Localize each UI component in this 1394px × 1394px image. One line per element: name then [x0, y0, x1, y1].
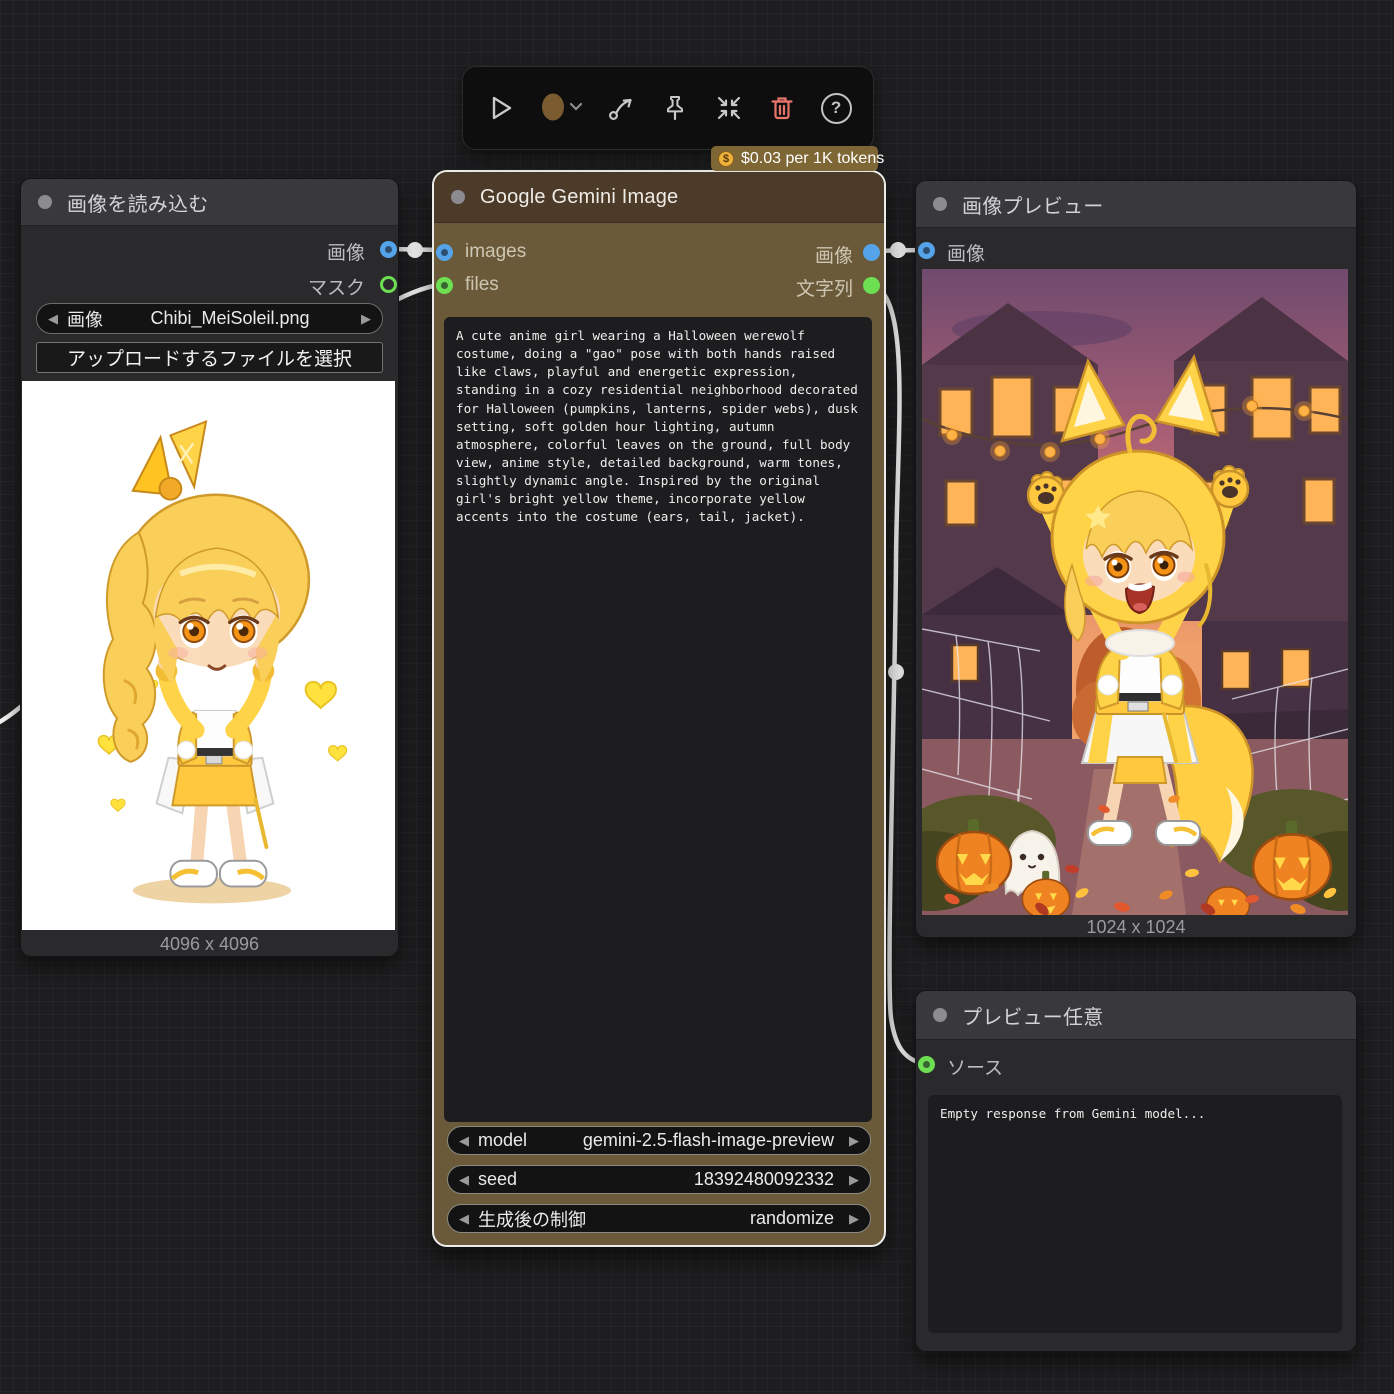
node-gemini-header[interactable]: Google Gemini Image: [434, 172, 884, 223]
control-after-generate-widget[interactable]: ◀ 生成後の制御 randomize ▶: [447, 1204, 871, 1233]
selection-toolbar: ?: [462, 66, 874, 150]
model-left-arrow[interactable]: ◀: [459, 1133, 469, 1149]
node-title: Google Gemini Image: [480, 185, 679, 208]
input-port-source[interactable]: [918, 1056, 935, 1073]
seed-left-arrow[interactable]: ◀: [459, 1172, 469, 1188]
model-right-arrow[interactable]: ▶: [849, 1133, 859, 1149]
delete-icon[interactable]: [764, 90, 800, 126]
collapse-dot[interactable]: [933, 1008, 947, 1022]
node-image-preview-header[interactable]: 画像プレビュー: [916, 181, 1356, 228]
input-label-images: images: [465, 241, 527, 262]
model-label: model: [478, 1130, 528, 1150]
node-load-image[interactable]: 画像を読み込む 画像 マスク ◀ 画像 Chibi_MeiSoleil.png …: [20, 178, 399, 957]
generated-image-preview: [922, 269, 1348, 915]
output-label-image: 画像: [814, 246, 853, 267]
input-label-image: 画像: [947, 244, 986, 265]
node-image-preview[interactable]: 画像プレビュー 画像 1024 x 1024: [915, 180, 1357, 938]
combo-left-arrow[interactable]: ◀: [48, 311, 58, 327]
chibi-girl-illustration: [22, 383, 395, 928]
halloween-illustration: [922, 269, 1348, 915]
node-preview-any-header[interactable]: プレビュー任意: [916, 991, 1356, 1040]
help-icon[interactable]: ?: [818, 90, 854, 126]
run-icon[interactable]: [482, 90, 518, 126]
node-preview-any[interactable]: プレビュー任意 ソース Empty response from Gemini m…: [915, 990, 1357, 1352]
control-value[interactable]: randomize: [586, 1208, 834, 1229]
prompt-textarea[interactable]: A cute anime girl wearing a Halloween we…: [444, 317, 872, 1122]
input-label-files: files: [465, 274, 499, 295]
input-port-image[interactable]: [918, 242, 935, 259]
output-port-image[interactable]: [380, 241, 397, 258]
node-color-swatch[interactable]: [536, 90, 586, 126]
node-load-image-header[interactable]: 画像を読み込む: [21, 179, 398, 226]
source-image-preview: [22, 381, 395, 930]
collapse-icon[interactable]: [711, 90, 747, 126]
node-title: 画像を読み込む: [67, 193, 209, 216]
output-port-string[interactable]: [863, 277, 880, 294]
combo-value[interactable]: Chibi_MeiSoleil.png: [103, 308, 357, 329]
combo-label: 画像: [67, 309, 103, 330]
model-widget[interactable]: ◀ model gemini-2.5-flash-image-preview ▶: [447, 1126, 871, 1155]
control-right-arrow[interactable]: ▶: [849, 1211, 859, 1227]
output-label-string: 文字列: [795, 279, 853, 300]
image-combo-widget[interactable]: ◀ 画像 Chibi_MeiSoleil.png ▶: [36, 303, 383, 334]
node-google-gemini-image[interactable]: Google Gemini Image images files 画像 文字列 …: [432, 170, 886, 1247]
output-port-mask[interactable]: [380, 276, 397, 293]
node-title: 画像プレビュー: [962, 195, 1104, 218]
output-label-mask: マスク: [307, 278, 365, 299]
reroute-icon[interactable]: [603, 90, 639, 126]
seed-right-arrow[interactable]: ▶: [849, 1172, 859, 1188]
generated-resolution: 1024 x 1024: [1086, 917, 1186, 937]
node-graph-canvas[interactable]: ? $ $0.03 per 1K tokens 画像を読み込む 画像 マスク ◀…: [0, 0, 1394, 1394]
input-label-source: ソース: [947, 1058, 1004, 1079]
coin-icon: $: [718, 150, 734, 167]
combo-right-arrow[interactable]: ▶: [361, 311, 371, 327]
output-port-image[interactable]: [863, 244, 880, 261]
collapse-dot[interactable]: [933, 197, 947, 211]
control-left-arrow[interactable]: ◀: [459, 1211, 469, 1227]
upload-file-button-label: アップロードするファイルを選択: [66, 349, 352, 370]
seed-label: seed: [478, 1169, 518, 1189]
collapse-dot[interactable]: [451, 190, 465, 204]
seed-value[interactable]: 18392480092332: [517, 1169, 834, 1190]
seed-widget[interactable]: ◀ seed 18392480092332 ▶: [447, 1165, 871, 1194]
control-label: 生成後の制御: [478, 1209, 586, 1230]
node-title: プレビュー任意: [962, 1006, 1104, 1029]
pin-icon[interactable]: [657, 90, 693, 126]
help-glyph: ?: [830, 98, 842, 117]
collapse-dot[interactable]: [38, 195, 52, 209]
response-textarea[interactable]: Empty response from Gemini model...: [928, 1095, 1342, 1333]
pricing-badge: $ $0.03 per 1K tokens: [711, 146, 884, 171]
input-port-files[interactable]: [436, 277, 453, 294]
output-label-image: 画像: [326, 243, 365, 264]
input-port-images[interactable]: [436, 244, 453, 261]
upload-file-button[interactable]: アップロードするファイルを選択: [36, 342, 383, 373]
model-value[interactable]: gemini-2.5-flash-image-preview: [527, 1130, 834, 1151]
source-resolution: 4096 x 4096: [159, 934, 260, 954]
pricing-badge-label: $0.03 per 1K tokens: [741, 149, 885, 167]
